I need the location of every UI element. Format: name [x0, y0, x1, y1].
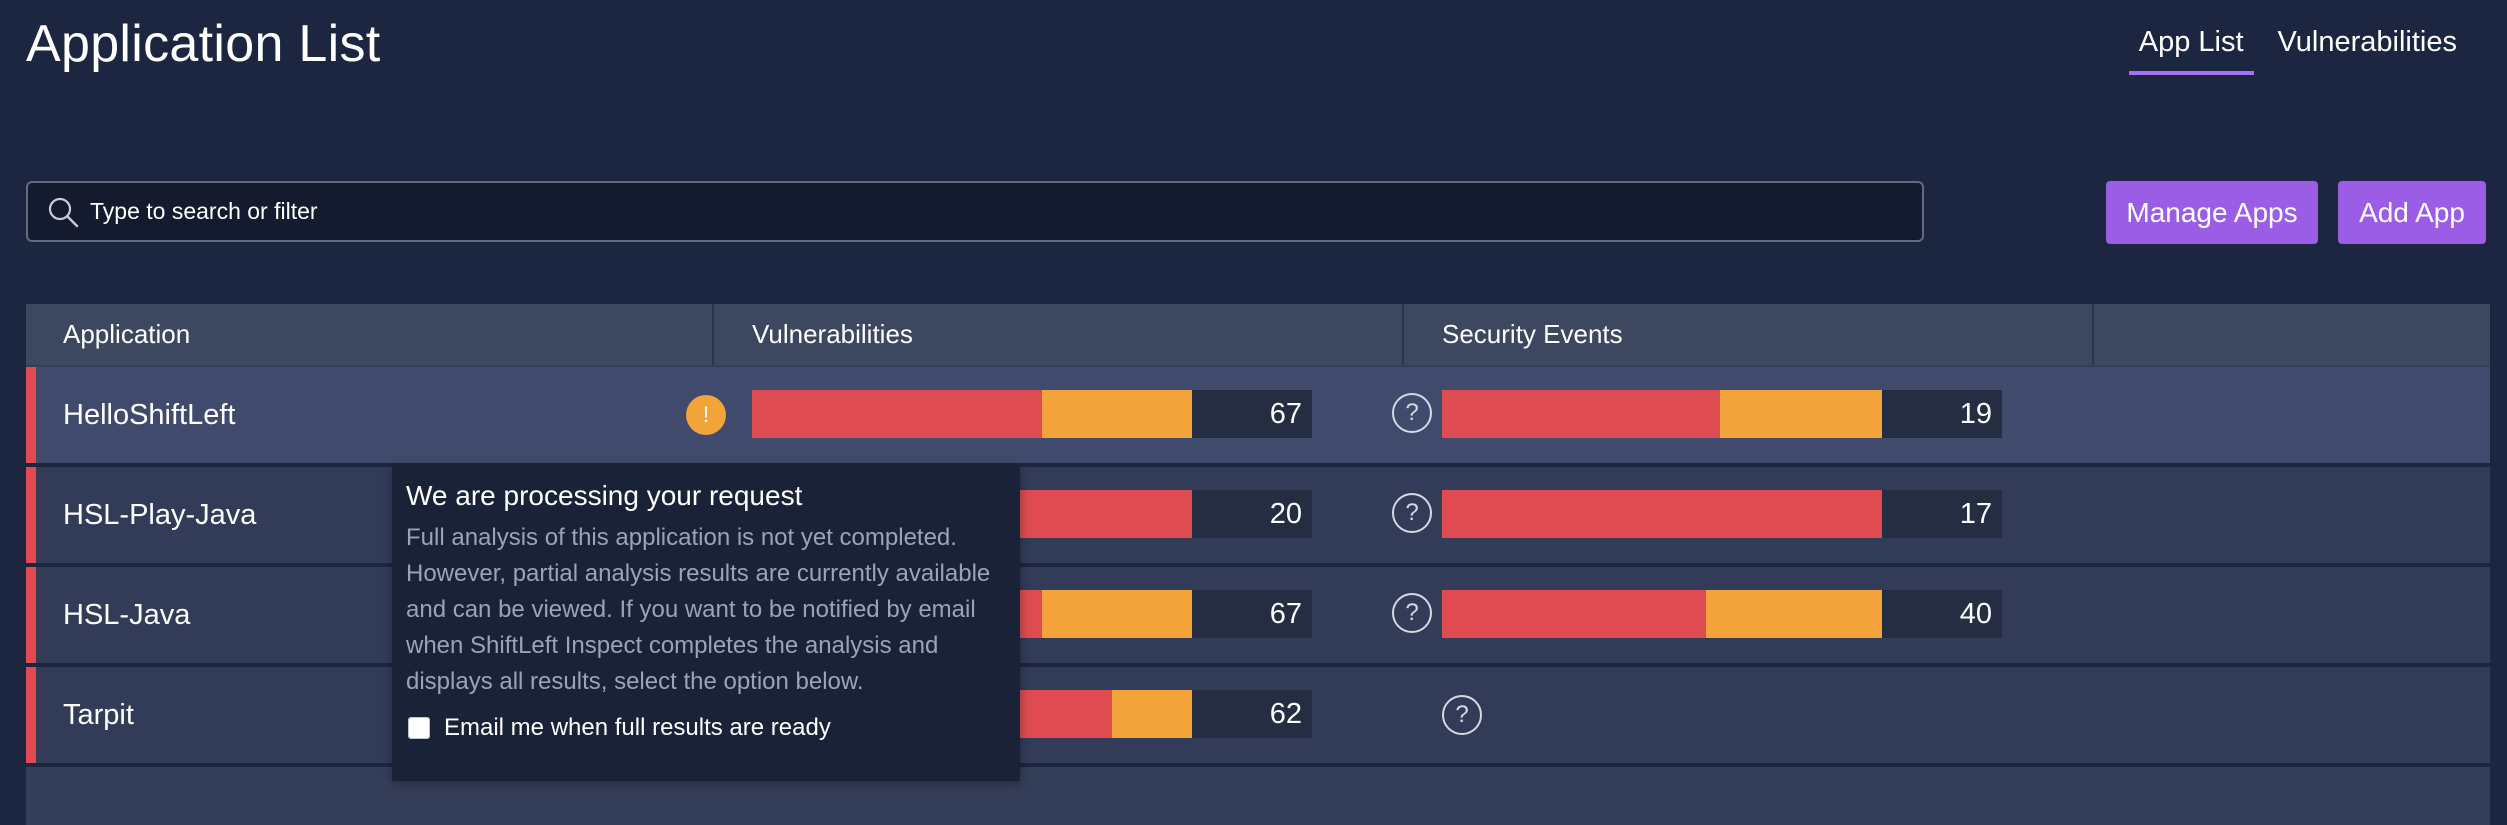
security-events-count: 17: [1882, 490, 2002, 538]
critical-segment: [1442, 590, 1706, 638]
moderate-segment: [1042, 390, 1192, 438]
row-status-stripe: [26, 467, 36, 563]
column-divider: [1402, 304, 1404, 365]
critical-segment: [1442, 390, 1720, 438]
vulnerabilities-count: 67: [1192, 590, 1312, 638]
email-notify-option[interactable]: Email me when full results are ready: [406, 714, 1006, 742]
critical-segment: [752, 390, 1042, 438]
help-icon[interactable]: ?: [1392, 593, 1432, 633]
search-icon: [44, 193, 82, 231]
popover-message: Full analysis of this application is not…: [406, 524, 991, 695]
table-row[interactable]: HelloShiftLeft ! 67 ? 19: [26, 367, 2490, 463]
column-header-vulnerabilities[interactable]: Vulnerabilities: [752, 304, 913, 365]
vulnerabilities-count: 62: [1192, 690, 1312, 738]
add-app-button[interactable]: Add App: [2338, 181, 2486, 244]
moderate-segment: [1706, 590, 1882, 638]
security-events-count: 40: [1882, 590, 2002, 638]
column-divider: [712, 304, 714, 365]
email-notify-checkbox[interactable]: [408, 717, 430, 739]
table-header: Application Vulnerabilities Security Eve…: [26, 304, 2490, 365]
column-divider: [2092, 304, 2094, 365]
help-icon[interactable]: ?: [1442, 695, 1482, 735]
moderate-segment: [1720, 390, 1882, 438]
moderate-segment: [1112, 690, 1192, 738]
page-title: Application List: [26, 15, 381, 73]
app-name[interactable]: HSL-Play-Java: [63, 467, 256, 563]
processing-popover: We are processing your request Full anal…: [392, 466, 1020, 781]
column-header-security-events[interactable]: Security Events: [1442, 304, 1623, 365]
security-events-count: 19: [1882, 390, 2002, 438]
security-events-bar[interactable]: 40: [1442, 590, 2002, 638]
app-name[interactable]: Tarpit: [63, 667, 134, 763]
help-icon[interactable]: ?: [1392, 393, 1432, 433]
security-events-bar[interactable]: 17: [1442, 490, 2002, 538]
search-box[interactable]: [26, 181, 1924, 242]
top-nav: App List Vulnerabilities: [2115, 26, 2467, 75]
tab-vulnerabilities[interactable]: Vulnerabilities: [2268, 26, 2467, 75]
search-input[interactable]: [88, 197, 1922, 226]
column-header-application[interactable]: Application: [63, 304, 190, 365]
warning-icon[interactable]: !: [686, 395, 726, 435]
vulnerabilities-count: 20: [1192, 490, 1312, 538]
tab-app-list[interactable]: App List: [2128, 26, 2254, 75]
email-notify-label[interactable]: Email me when full results are ready: [444, 714, 831, 742]
app-name[interactable]: HSL-Java: [63, 567, 190, 663]
row-status-stripe: [26, 367, 36, 463]
app-name[interactable]: HelloShiftLeft: [63, 367, 236, 463]
security-events-bar[interactable]: 19: [1442, 390, 2002, 438]
vulnerabilities-bar[interactable]: 67: [752, 390, 1312, 438]
row-status-stripe: [26, 567, 36, 663]
vulnerabilities-count: 67: [1192, 390, 1312, 438]
manage-apps-button[interactable]: Manage Apps: [2106, 181, 2318, 244]
moderate-segment: [1042, 590, 1192, 638]
critical-segment: [1442, 490, 1882, 538]
row-status-stripe: [26, 667, 36, 763]
popover-title: We are processing your request: [406, 480, 803, 511]
help-icon[interactable]: ?: [1392, 493, 1432, 533]
